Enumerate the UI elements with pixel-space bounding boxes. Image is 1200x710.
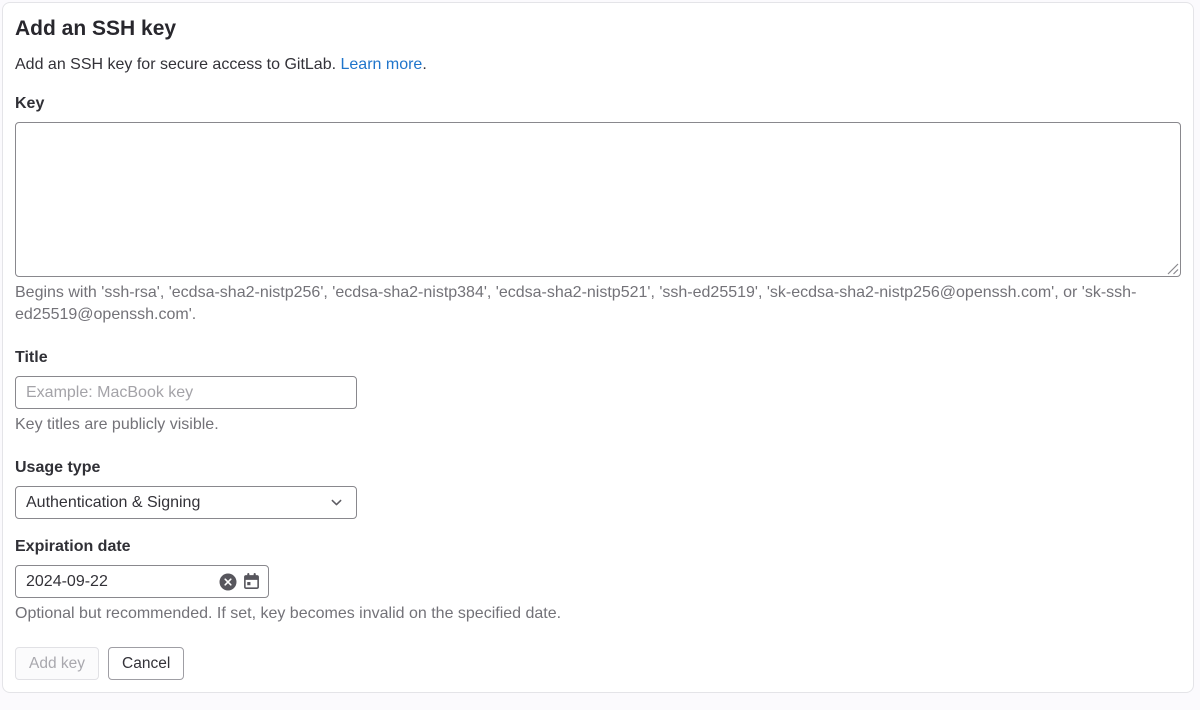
circle-x-icon xyxy=(219,573,237,591)
usage-type-select[interactable]: Authentication & Signing xyxy=(15,486,357,519)
title-form-group: Title Key titles are publicly visible. xyxy=(15,348,1181,436)
cancel-button[interactable]: Cancel xyxy=(108,647,184,680)
learn-more-link[interactable]: Learn more xyxy=(341,56,423,73)
expiration-date-field[interactable] xyxy=(15,565,269,598)
page-subtitle: Add an SSH key for secure access to GitL… xyxy=(15,55,1181,74)
key-textarea-wrapper xyxy=(15,122,1181,277)
title-help-text: Key titles are publicly visible. xyxy=(15,414,1181,436)
form-actions: Add key Cancel xyxy=(15,647,1181,680)
usage-type-selected-value: Authentication & Signing xyxy=(26,494,200,512)
add-ssh-key-panel: Add an SSH key Add an SSH key for secure… xyxy=(2,2,1194,693)
calendar-icon xyxy=(243,573,260,590)
usage-type-label: Usage type xyxy=(15,458,1181,477)
textarea-resize-handle[interactable] xyxy=(1167,263,1179,275)
expiration-date-input[interactable] xyxy=(26,573,219,591)
chevron-down-icon xyxy=(329,495,344,510)
add-key-button[interactable]: Add key xyxy=(15,647,99,680)
page-title: Add an SSH key xyxy=(15,17,1181,41)
title-input[interactable] xyxy=(15,376,357,409)
page-background: Add an SSH key Add an SSH key for secure… xyxy=(0,2,1200,693)
calendar-button[interactable] xyxy=(243,573,260,590)
subtitle-text: Add an SSH key for secure access to GitL… xyxy=(15,56,336,73)
clear-date-button[interactable] xyxy=(219,573,237,591)
expiration-date-label: Expiration date xyxy=(15,537,1181,556)
ssh-key-textarea[interactable] xyxy=(15,122,1181,277)
expiration-help-text: Optional but recommended. If set, key be… xyxy=(15,603,1181,625)
key-form-group: Key Begins with 'ssh-rsa', 'ecdsa-sha2-n… xyxy=(15,94,1181,326)
usage-type-form-group: Usage type Authentication & Signing xyxy=(15,458,1181,519)
title-label: Title xyxy=(15,348,1181,367)
key-help-text: Begins with 'ssh-rsa', 'ecdsa-sha2-nistp… xyxy=(15,282,1181,326)
expiration-form-group: Expiration date Optional but recommende xyxy=(15,537,1181,625)
subtitle-period: . xyxy=(422,56,426,73)
key-label: Key xyxy=(15,94,1181,113)
